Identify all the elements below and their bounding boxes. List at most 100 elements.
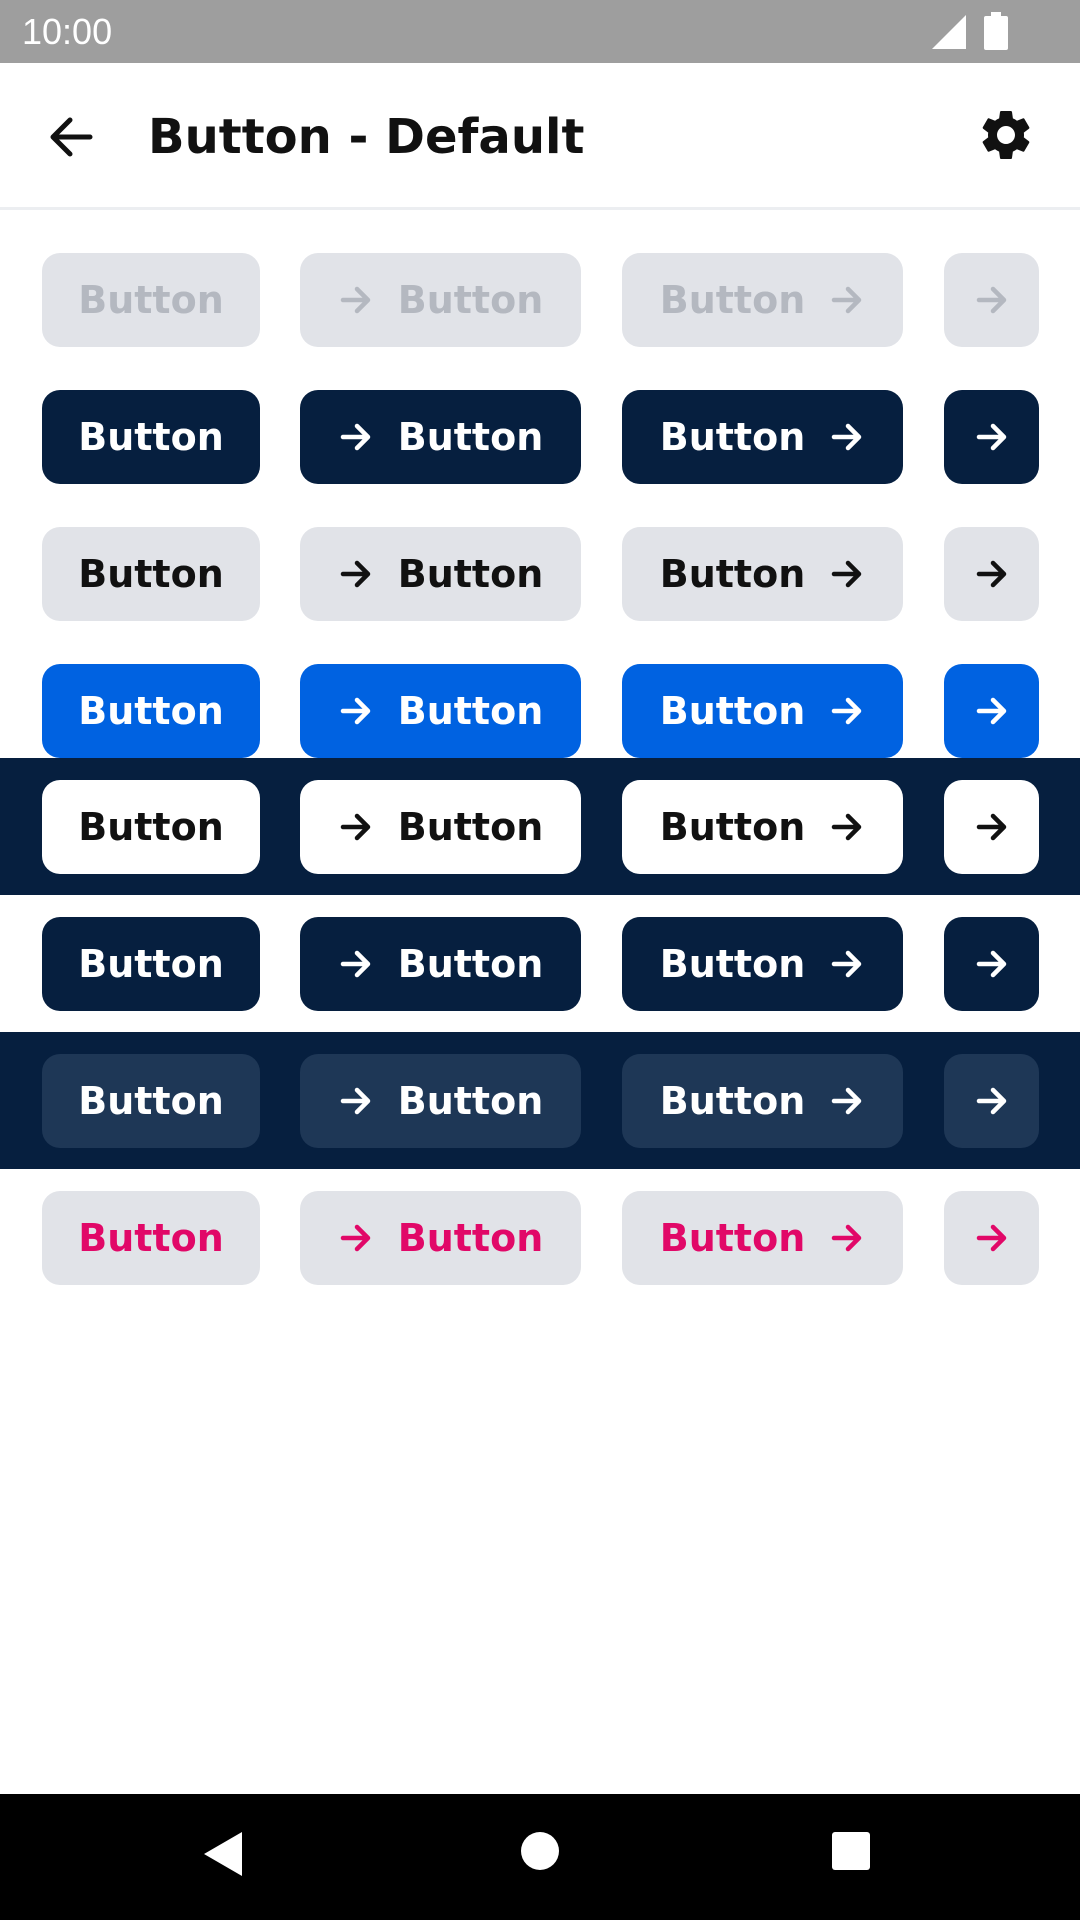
button-label: Button	[78, 689, 224, 733]
button-label: Button	[78, 278, 224, 322]
button-label: Button	[659, 1079, 806, 1123]
button-label: Button	[659, 278, 806, 322]
button-row-info: Button Button Button	[0, 621, 1080, 758]
arrow-right-icon	[976, 286, 1006, 314]
button-label: Button	[78, 942, 224, 986]
button-text-only[interactable]: Button	[42, 780, 260, 874]
button-label: Button	[659, 942, 806, 986]
arrow-left-icon[interactable]	[42, 107, 102, 167]
nav-back-icon[interactable]	[202, 1830, 246, 1878]
button-label: Button	[78, 415, 224, 459]
button-icon-only[interactable]	[944, 780, 1039, 874]
button-label: Button	[659, 552, 806, 596]
button-showcase: Button Button Button Button Button Butto…	[0, 210, 1080, 1306]
button-icon-leading[interactable]: Button	[300, 1054, 581, 1148]
arrow-right-icon	[832, 1224, 862, 1252]
button-icon-trailing[interactable]: Button	[622, 1054, 903, 1148]
button-icon-leading[interactable]: Button	[300, 253, 581, 347]
button-icon-only[interactable]	[944, 390, 1039, 484]
button-label: Button	[397, 942, 544, 986]
button-icon-leading[interactable]: Button	[300, 664, 581, 758]
arrow-right-icon	[832, 286, 862, 314]
arrow-right-icon	[340, 423, 370, 451]
arrow-right-icon	[340, 1087, 370, 1115]
arrow-right-icon	[976, 1087, 1006, 1115]
gear-icon[interactable]	[976, 105, 1036, 165]
status-time: 10:00	[22, 11, 113, 52]
button-label: Button	[78, 552, 224, 596]
arrow-right-icon	[976, 423, 1006, 451]
button-icon-only[interactable]	[944, 664, 1039, 758]
arrow-right-icon	[976, 1224, 1006, 1252]
button-text-only[interactable]: Button	[42, 664, 260, 758]
button-text-only[interactable]: Button	[42, 1054, 260, 1148]
arrow-right-icon	[976, 813, 1006, 841]
button-icon-only[interactable]	[944, 527, 1039, 621]
button-row-primary: Button Button Button	[0, 347, 1080, 484]
button-label: Button	[397, 552, 544, 596]
button-icon-leading[interactable]: Button	[300, 780, 581, 874]
button-label: Button	[659, 805, 806, 849]
button-text-only[interactable]: Button	[42, 1191, 260, 1285]
button-label: Button	[659, 1216, 806, 1260]
button-icon-only[interactable]	[944, 1191, 1039, 1285]
button-label: Button	[397, 689, 544, 733]
nav-home-icon[interactable]	[519, 1830, 561, 1872]
button-icon-leading[interactable]: Button	[300, 390, 581, 484]
arrow-right-icon	[340, 697, 370, 725]
arrow-right-icon	[340, 950, 370, 978]
button-row-secondary: Button Button Button	[0, 484, 1080, 621]
arrow-right-icon	[976, 950, 1006, 978]
button-label: Button	[659, 415, 806, 459]
button-text-only[interactable]: Button	[42, 917, 260, 1011]
button-label: Button	[397, 415, 544, 459]
button-icon-trailing[interactable]: Button	[622, 917, 903, 1011]
system-nav-bar	[0, 1794, 1080, 1920]
status-bar: 10:00	[0, 0, 1080, 63]
button-icon-trailing[interactable]: Button	[622, 253, 903, 347]
button-text-only[interactable]: Button	[42, 527, 260, 621]
battery-icon	[984, 12, 1008, 50]
button-label: Button	[78, 1079, 224, 1123]
arrow-right-icon	[976, 697, 1006, 725]
button-icon-trailing[interactable]: Button	[622, 390, 903, 484]
arrow-right-icon	[832, 697, 862, 725]
arrow-right-icon	[340, 813, 370, 841]
button-text-only[interactable]: Button	[42, 253, 260, 347]
button-label: Button	[397, 1079, 544, 1123]
arrow-right-icon	[832, 560, 862, 588]
arrow-right-icon	[340, 286, 370, 314]
arrow-right-icon	[832, 1087, 862, 1115]
button-icon-trailing[interactable]: Button	[622, 1191, 903, 1285]
button-label: Button	[397, 805, 544, 849]
page-title: Button - Default	[148, 109, 585, 165]
button-label: Button	[78, 805, 224, 849]
button-row-subtle: Button Button Button	[0, 1032, 1080, 1169]
button-text-only[interactable]: Button	[42, 390, 260, 484]
button-label: Button	[659, 689, 806, 733]
button-row-dark: Button Button Button	[0, 895, 1080, 1032]
arrow-right-icon	[832, 950, 862, 978]
arrow-right-icon	[340, 1224, 370, 1252]
app-bar: Button - Default	[0, 63, 1080, 210]
nav-recent-apps-icon[interactable]	[830, 1830, 872, 1872]
button-icon-trailing[interactable]: Button	[622, 780, 903, 874]
button-label: Button	[397, 278, 544, 322]
button-icon-only[interactable]	[944, 1054, 1039, 1148]
button-icon-trailing[interactable]: Button	[622, 664, 903, 758]
button-icon-leading[interactable]: Button	[300, 1191, 581, 1285]
arrow-right-icon	[832, 813, 862, 841]
button-icon-leading[interactable]: Button	[300, 917, 581, 1011]
button-row-critical: Button Button Button	[0, 1169, 1080, 1306]
button-icon-only[interactable]	[944, 917, 1039, 1011]
button-label: Button	[397, 1216, 544, 1260]
button-row-white: Button Button Button	[0, 758, 1080, 895]
arrow-right-icon	[832, 423, 862, 451]
arrow-right-icon	[976, 560, 1006, 588]
button-icon-only[interactable]	[944, 253, 1039, 347]
arrow-right-icon	[340, 560, 370, 588]
button-row-disabled: Button Button Button	[0, 210, 1080, 347]
signal-icon	[932, 15, 966, 49]
button-icon-leading[interactable]: Button	[300, 527, 581, 621]
button-icon-trailing[interactable]: Button	[622, 527, 903, 621]
